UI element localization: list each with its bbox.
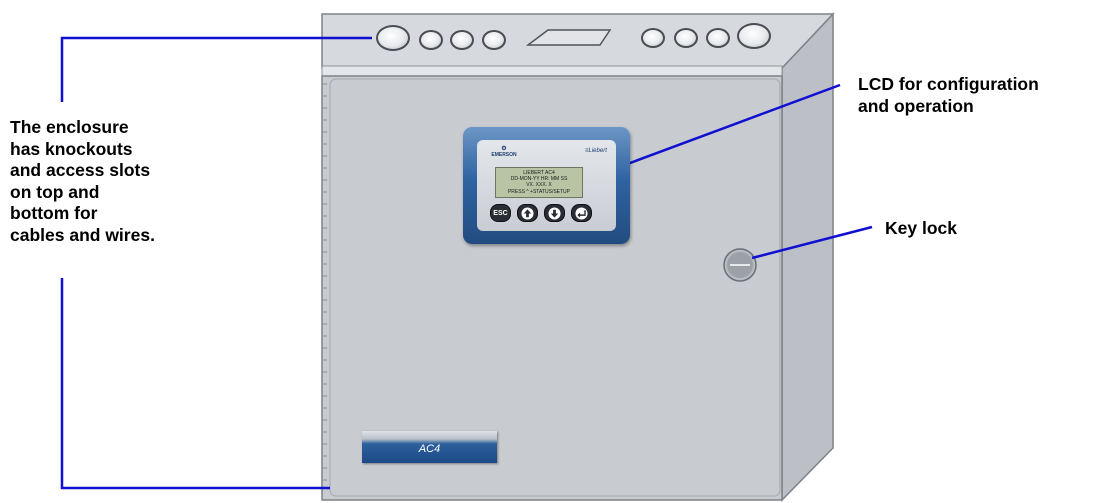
knockout-hole (482, 30, 506, 50)
lcd-line: PRESS ^ +STATUS/SETUP (507, 188, 571, 195)
enter-icon (575, 206, 588, 220)
down-arrow-icon (548, 206, 561, 220)
knockout-hole (737, 23, 771, 49)
enter-key[interactable] (571, 204, 592, 222)
up-arrow-icon (521, 206, 534, 220)
callout-lcd: LCD for configuration and operation (858, 74, 1039, 116)
enclosure-side (781, 12, 834, 502)
esc-key[interactable]: ESC (490, 204, 511, 222)
liebert-logo: ≡Liebert (585, 148, 607, 154)
leader-enclosure-bottom (60, 278, 330, 490)
enclosure-lip (321, 65, 783, 77)
down-key[interactable] (544, 204, 565, 222)
knockout-hole (450, 30, 474, 50)
model-badge-label: AC4 (418, 443, 441, 455)
knockout-hole (419, 30, 443, 50)
knockout-hole (674, 28, 698, 48)
knockout-hole (641, 28, 665, 48)
emerson-logo: ⚙ EMERSON (489, 146, 519, 158)
control-panel: ⚙ EMERSON ≡Liebert LIEBERT AC4 DD-MON-YY… (463, 127, 630, 244)
knockout-hole (376, 25, 410, 51)
knockout-hole (706, 28, 730, 48)
up-key[interactable] (517, 204, 538, 222)
model-badge: AC4 (362, 431, 497, 463)
lcd-display: LIEBERT AC4 DD-MON-YY HR: MM SS VX. XXX.… (495, 167, 583, 198)
callout-enclosure: The enclosure has knockouts and access s… (10, 117, 155, 245)
control-panel-face: ⚙ EMERSON ≡Liebert LIEBERT AC4 DD-MON-YY… (477, 140, 616, 231)
callout-key-lock: Key lock (885, 218, 957, 238)
